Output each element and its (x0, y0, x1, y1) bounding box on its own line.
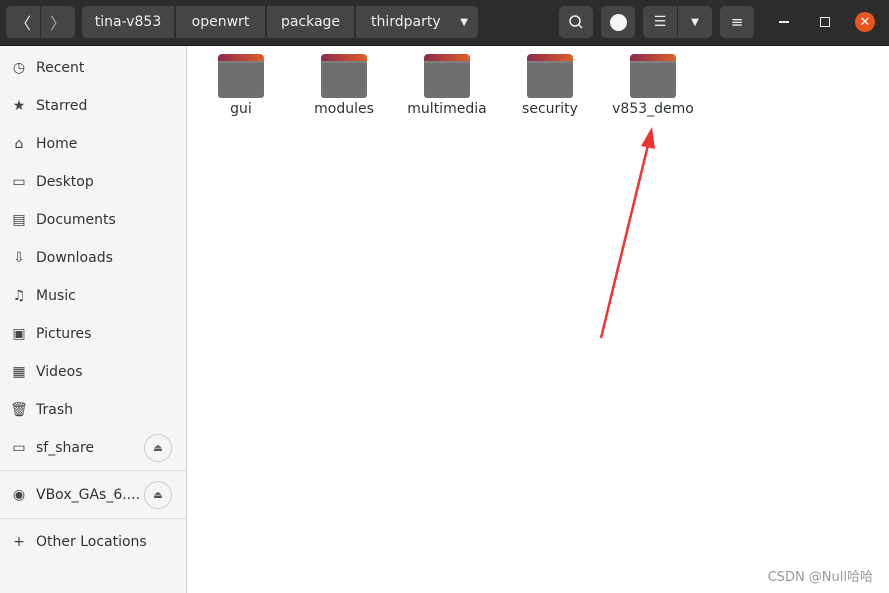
annotation-arrow (599, 127, 655, 339)
watermark: CSDN @Null哈哈 (767, 570, 873, 585)
